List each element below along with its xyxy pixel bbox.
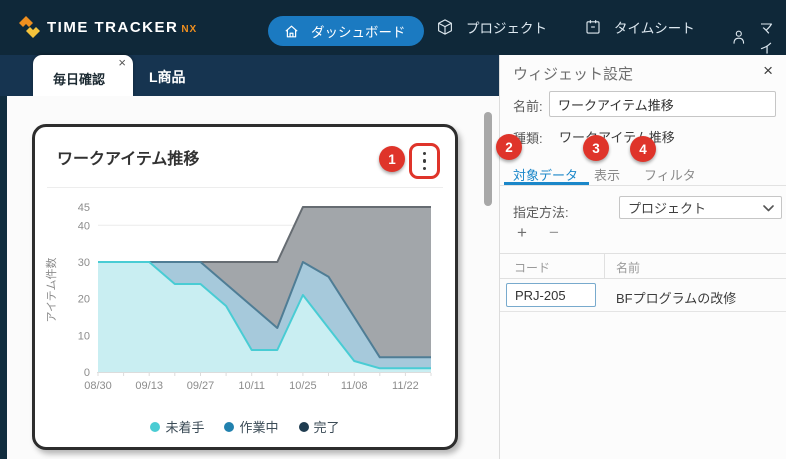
widget-kebab-menu-button[interactable] <box>409 143 440 179</box>
cube-icon <box>436 18 454 36</box>
project-code-cell[interactable] <box>506 283 596 307</box>
annotation-badge-1: 1 <box>379 146 405 172</box>
svg-text:0: 0 <box>84 367 90 379</box>
svg-text:アイテム件数: アイテム件数 <box>45 258 58 323</box>
nav-label-project: プロジェクト <box>466 17 547 37</box>
table-header-code: コード <box>514 259 550 276</box>
svg-text:10/25: 10/25 <box>289 380 317 392</box>
method-select[interactable]: プロジェクト <box>619 196 782 219</box>
svg-text:30: 30 <box>78 257 90 269</box>
nav-label-my: マイ <box>760 17 786 57</box>
legend-label: 作業中 <box>239 417 278 436</box>
brand-name: TIME TRACKER <box>47 19 178 36</box>
app-window: TIME TRACKERNX ダッシュボード プロジェクト タイムシート マイ <box>0 0 786 459</box>
name-field-label: 名前: <box>513 96 543 115</box>
chevron-down-icon <box>763 205 774 212</box>
brand-text: TIME TRACKERNX <box>47 19 197 36</box>
svg-text:11/22: 11/22 <box>392 380 419 392</box>
svg-text:20: 20 <box>78 294 90 306</box>
svg-text:10: 10 <box>78 330 90 342</box>
svg-text:09/27: 09/27 <box>187 380 215 392</box>
legend-item[interactable]: 完了 <box>299 417 340 436</box>
legend-dot <box>150 422 160 432</box>
widget-name-input[interactable] <box>549 91 776 117</box>
kebab-icon <box>423 152 427 156</box>
svg-text:08/30: 08/30 <box>84 380 112 392</box>
nav-item-project[interactable]: プロジェクト <box>436 17 547 37</box>
legend-item[interactable]: 作業中 <box>224 417 278 436</box>
tab-close-icon[interactable]: × <box>118 55 126 71</box>
method-select-value: プロジェクト <box>628 198 706 217</box>
svg-text:45: 45 <box>78 202 90 214</box>
left-rail <box>0 96 7 459</box>
remove-row-button[interactable]: − <box>543 222 565 244</box>
legend-label: 完了 <box>314 417 340 436</box>
svg-text:11/08: 11/08 <box>341 380 368 392</box>
tab-daily-check[interactable]: 毎日確認 × <box>33 55 133 96</box>
panel-close-icon[interactable]: × <box>763 61 773 81</box>
table-header-name: 名前 <box>616 259 640 276</box>
brand-suffix: NX <box>181 24 197 35</box>
workitem-chart: 0 10 20 30 40 45 08/30 09/13 09/27 10/11 10/25 11/0… <box>41 191 456 398</box>
add-row-button[interactable]: + <box>511 222 533 244</box>
legend-dot <box>224 422 234 432</box>
widget-title: ワークアイテム推移 <box>57 145 199 169</box>
legend-item[interactable]: 未着手 <box>150 417 204 436</box>
calendar-icon <box>584 18 602 36</box>
tabs-divider <box>500 185 786 186</box>
annotation-badge-4: 4 <box>630 136 656 162</box>
panel-title: ウィジェット設定 <box>513 63 633 84</box>
table-column-divider <box>604 253 605 278</box>
type-field-value: ワークアイテム推移 <box>559 127 675 146</box>
table-header-border <box>500 278 786 279</box>
widget-settings-panel: ウィジェット設定 × 名前: 種類: ワークアイテム推移 2 3 4 対象データ… <box>499 55 786 459</box>
top-navbar: TIME TRACKERNX ダッシュボード プロジェクト タイムシート マイ <box>0 0 786 55</box>
home-icon <box>283 23 300 40</box>
legend-dot <box>299 422 309 432</box>
table-row-border <box>500 311 786 312</box>
nav-item-my[interactable]: マイ <box>730 17 786 57</box>
legend-label: 未着手 <box>165 417 204 436</box>
table-top-border <box>500 253 786 254</box>
annotation-badge-2: 2 <box>496 134 522 160</box>
method-field-label: 指定方法: <box>513 202 569 221</box>
nav-label-timesheet: タイムシート <box>614 17 695 37</box>
dashboard-tabbar: 毎日確認 × L商品 ウィジェットを追加 <box>0 55 499 96</box>
annotation-badge-3: 3 <box>583 135 609 161</box>
tab-l-product[interactable]: L商品 <box>149 67 186 87</box>
card-header-divider <box>47 187 443 188</box>
workitem-chart-svg: 0 10 20 30 40 45 08/30 09/13 09/27 10/11 10/25 11/0… <box>41 191 456 398</box>
panel-tab-filter[interactable]: フィルタ <box>644 165 696 184</box>
svg-text:10/11: 10/11 <box>238 380 265 392</box>
nav-label-dashboard: ダッシュボード <box>311 21 406 41</box>
vertical-scrollbar-thumb[interactable] <box>484 112 492 206</box>
project-name-cell: BFプログラムの改修 <box>616 288 736 307</box>
nav-item-dashboard[interactable]: ダッシュボード <box>268 16 424 46</box>
svg-text:09/13: 09/13 <box>135 380 163 392</box>
person-icon <box>730 28 748 46</box>
tab-daily-check-label: 毎日確認 <box>33 69 125 88</box>
workitem-widget-card: ワークアイテム推移 1 0 10 20 30 40 45 08/30 09/13 09/27 10… <box>32 124 458 450</box>
chart-legend: 未着手 作業中 完了 <box>35 417 455 436</box>
svg-text:40: 40 <box>78 220 90 232</box>
panel-tab-display[interactable]: 表示 <box>594 165 620 184</box>
timetracker-logo-icon <box>16 13 43 42</box>
nav-item-timesheet[interactable]: タイムシート <box>584 17 695 37</box>
